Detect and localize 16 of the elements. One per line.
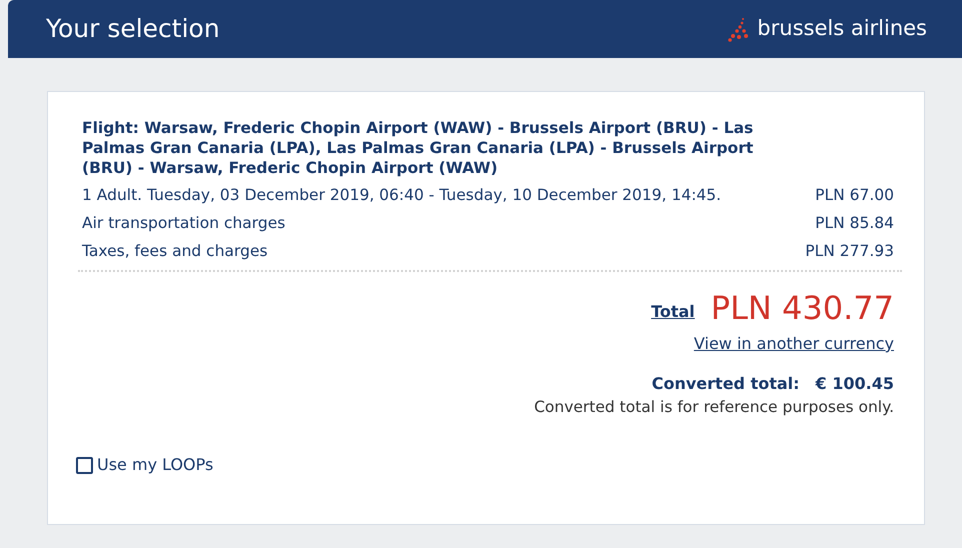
- charge-amount: PLN 85.84: [815, 213, 894, 234]
- charge-amount: PLN 67.00: [815, 185, 894, 206]
- currency-link[interactable]: View in another currency: [694, 332, 894, 356]
- charge-label: 1 Adult. Tuesday, 03 December 2019, 06:40 - Tuesday, 10 December 2019, 14:45.: [82, 185, 722, 206]
- flight-description: Flight: Warsaw, Frederic Chopin Airport (WAW) - Brussels Airport (BRU) - Las Palmas Gran Canaria (LPA), Las Palmas Gran Canaria (LPA) - Brussels Airport (BRU) - Warsaw, Frederic Chopin Airport (WAW): [82, 118, 754, 178]
- charge-amount: PLN 277.93: [805, 241, 894, 262]
- converted-total-label: Converted total:: [652, 373, 800, 395]
- reference-note: Converted total is for reference purposes only.: [534, 397, 894, 418]
- page-title: Your selection: [46, 13, 220, 46]
- loops-checkbox[interactable]: Use my LOOPs: [76, 453, 214, 478]
- converted-total-amount: € 100.45: [816, 373, 894, 395]
- charge-label: Taxes, fees and charges: [82, 241, 268, 262]
- total-link[interactable]: Total: [651, 300, 695, 324]
- brand-name: brussels airlines: [757, 15, 927, 42]
- charge-label: Air transportation charges: [82, 213, 286, 234]
- total-amount: PLN 430.77: [710, 288, 894, 328]
